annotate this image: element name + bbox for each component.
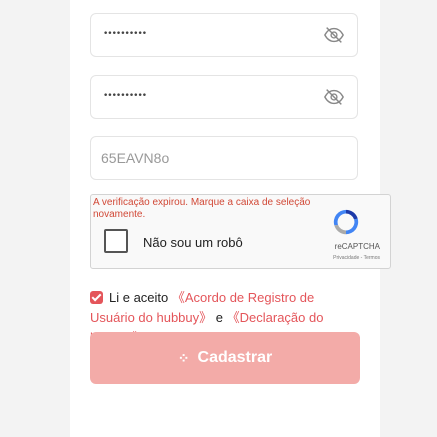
eye-off-icon[interactable] — [323, 24, 345, 46]
recaptcha-widget: A verificação expirou. Marque a caixa de… — [90, 194, 391, 269]
password-field[interactable]: •••••••••• — [90, 13, 358, 57]
recaptcha-logo-icon — [333, 209, 359, 235]
recaptcha-label: Não sou um robô — [143, 235, 243, 250]
register-card: •••••••••• •••••••••• 65EAVN8o A verific… — [70, 0, 391, 437]
loading-spinner-icon: ⁘ — [177, 349, 190, 366]
recaptcha-privacy-terms[interactable]: Privacidade - Termos — [333, 255, 380, 261]
password-value: •••••••••• — [103, 29, 147, 39]
captcha-code-field[interactable]: 65EAVN8o — [90, 136, 358, 180]
eye-off-icon[interactable] — [323, 86, 345, 108]
recaptcha-error: A verificação expirou. Marque a caixa de… — [93, 197, 311, 220]
recaptcha-checkbox[interactable] — [104, 229, 128, 253]
confirm-password-value: •••••••••• — [103, 91, 147, 101]
register-button-label: Cadastrar — [197, 349, 273, 366]
terms-conjunction: e — [215, 310, 223, 325]
recaptcha-brand: reCAPTCHA — [334, 242, 380, 251]
terms-prefix: Li e aceito — [109, 290, 169, 305]
confirm-password-field[interactable]: •••••••••• — [90, 75, 358, 119]
checkbox-checked-icon[interactable] — [90, 291, 103, 304]
captcha-code-value: 65EAVN8o — [101, 150, 170, 166]
register-button[interactable]: ⁘ Cadastrar — [90, 332, 360, 384]
